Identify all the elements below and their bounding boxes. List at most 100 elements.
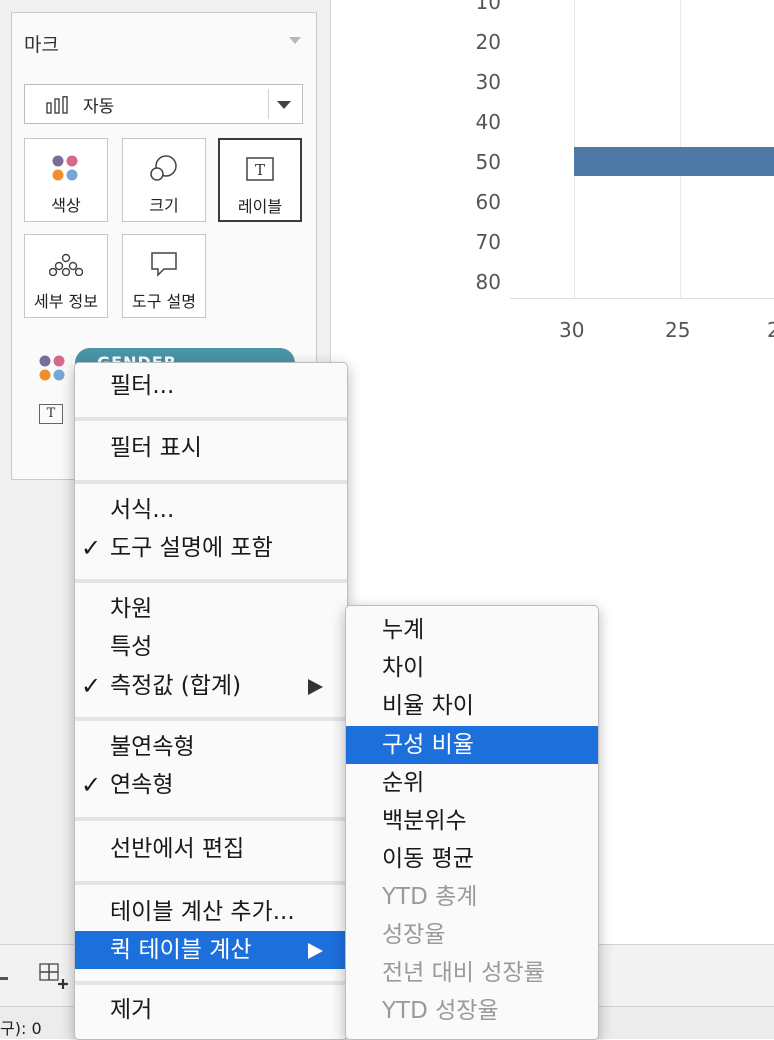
- submenu-item-percentile[interactable]: 백분위수: [346, 802, 598, 840]
- svg-text:T: T: [255, 161, 265, 179]
- menu-item-show-filter[interactable]: 필터 표시: [75, 429, 347, 467]
- submenu-item-moving-average[interactable]: 이동 평균: [346, 840, 598, 878]
- menu-item-dimension[interactable]: 차원: [75, 590, 347, 628]
- menu-separator: [75, 480, 347, 484]
- menu-item-label: 불연속형: [110, 734, 195, 760]
- checkmark-icon: ✓: [81, 534, 102, 562]
- submenu-item-label: 차이: [382, 655, 425, 681]
- label-shelf-icon: T: [39, 404, 63, 424]
- submenu-item-label: 백분위수: [382, 808, 467, 834]
- menu-separator: [75, 817, 347, 821]
- menu-item-label: 선반에서 편집: [110, 836, 245, 862]
- submenu-item-label: 누계: [382, 617, 425, 643]
- tooltip-button-label: 도구 설명: [132, 292, 196, 311]
- tooltip-bubble-icon: [151, 252, 177, 277]
- menu-separator: [75, 981, 347, 985]
- marks-title: 마크: [24, 34, 59, 56]
- submenu-item-rank[interactable]: 순위: [346, 764, 598, 802]
- submenu-item-label: 전년 대비 성장률: [382, 960, 545, 986]
- chevron-down-icon[interactable]: [277, 101, 291, 109]
- color-button[interactable]: 색상: [24, 138, 108, 222]
- menu-item-label: 퀵 테이블 계산: [110, 937, 252, 963]
- submenu-item-label: YTD 성장율: [382, 998, 499, 1024]
- submenu-item-ytd-growth: YTD 성장율: [346, 992, 598, 1030]
- y-tick-label: 10: [475, 0, 501, 14]
- menu-item-remove[interactable]: 제거: [75, 991, 347, 1029]
- menu-separator: [75, 881, 347, 885]
- menu-item-quick-table-calc[interactable]: 퀵 테이블 계산: [75, 931, 347, 969]
- mark-type-dropdown[interactable]: 자동: [24, 84, 303, 124]
- submenu-arrow-icon: [308, 943, 323, 959]
- size-button-label: 크기: [149, 196, 179, 215]
- submenu-item-label: YTD 총계: [382, 884, 478, 910]
- menu-separator: [75, 417, 347, 421]
- context-menu: 필터... 필터 표시 서식... ✓ 도구 설명에 포함 차원 특성 ✓ 측정값 …: [74, 362, 348, 1040]
- submenu-item-label: 비율 차이: [382, 693, 474, 719]
- menu-item-label: 서식...: [110, 497, 175, 523]
- x-axis-line: [510, 298, 774, 299]
- menu-item-discrete[interactable]: 불연속형: [75, 728, 347, 766]
- menu-item-measure[interactable]: ✓ 측정값 (합계): [75, 667, 347, 705]
- submenu-item-label: 구성 비율: [382, 732, 474, 758]
- menu-item-attribute[interactable]: 특성: [75, 628, 347, 666]
- size-circles-icon: [150, 155, 177, 181]
- scroll-left-icon[interactable]: [0, 977, 8, 980]
- y-tick-label: 70: [475, 230, 501, 254]
- menu-item-continuous[interactable]: ✓ 연속형: [75, 766, 347, 804]
- menu-item-format[interactable]: 서식...: [75, 491, 347, 529]
- submenu-item-ytd-total: YTD 총계: [346, 878, 598, 916]
- submenu-item-yoy-growth: 전년 대비 성장률: [346, 954, 598, 992]
- color-shelf-icon: [39, 355, 65, 381]
- new-sheet-icon[interactable]: [38, 962, 70, 992]
- size-button[interactable]: 크기: [122, 138, 206, 222]
- bar-50[interactable]: [574, 147, 774, 176]
- submenu-item-percent-difference[interactable]: 비율 차이: [346, 687, 598, 725]
- status-text: 구): 0: [0, 1019, 42, 1038]
- submenu-item-label: 순위: [382, 770, 425, 796]
- menu-item-include-tooltip[interactable]: ✓ 도구 설명에 포함: [75, 529, 347, 567]
- submenu-item-difference[interactable]: 차이: [346, 649, 598, 687]
- menu-item-edit-in-shelf[interactable]: 선반에서 편집: [75, 830, 347, 868]
- mark-type-label: 자동: [83, 97, 115, 117]
- submenu-item-label: 성장율: [382, 922, 446, 948]
- menu-separator: [75, 717, 347, 721]
- submenu-item-label: 이동 평균: [382, 846, 474, 872]
- submenu-arrow-icon: [308, 679, 323, 695]
- menu-item-label: 필터 표시: [110, 435, 202, 461]
- quick-table-calc-submenu: 누계 차이 비율 차이 구성 비율 순위 백분위수 이동 평균 YTD 총계 성…: [345, 605, 599, 1040]
- x-tick-label: 25: [665, 318, 691, 342]
- menu-item-label: 측정값 (합계): [110, 673, 242, 699]
- color-dots-icon: [52, 155, 78, 181]
- marks-menu-caret-icon[interactable]: [289, 37, 301, 44]
- y-tick-label: 80: [475, 270, 501, 294]
- x-tick-label: 2: [767, 318, 774, 342]
- checkmark-icon: ✓: [81, 672, 102, 700]
- menu-item-add-table-calc[interactable]: 테이블 계산 추가...: [75, 893, 347, 931]
- menu-item-label: 도구 설명에 포함: [110, 535, 273, 561]
- label-button-label: 레이블: [237, 197, 283, 216]
- y-tick-label: 40: [475, 110, 501, 134]
- dropdown-separator: [268, 89, 269, 119]
- submenu-item-growth-rate: 성장율: [346, 916, 598, 954]
- checkmark-icon: ✓: [81, 771, 102, 799]
- y-tick-label: 30: [475, 70, 501, 94]
- label-button[interactable]: T 레이블: [218, 138, 302, 222]
- tooltip-button[interactable]: 도구 설명: [122, 234, 206, 318]
- menu-item-label: 특성: [110, 634, 153, 660]
- detail-button[interactable]: 세부 정보: [24, 234, 108, 318]
- detail-button-label: 세부 정보: [34, 292, 98, 311]
- submenu-item-running-total[interactable]: 누계: [346, 611, 598, 649]
- x-tick-label: 30: [559, 318, 585, 342]
- menu-item-label: 제거: [110, 997, 153, 1023]
- menu-item-label: 차원: [110, 596, 153, 622]
- menu-item-label: 연속형: [110, 772, 174, 798]
- color-button-label: 색상: [51, 196, 81, 215]
- label-text-icon: T: [246, 157, 274, 181]
- bar-chart-icon: [46, 96, 68, 114]
- menu-item-filter[interactable]: 필터...: [75, 367, 347, 405]
- menu-item-label: 필터...: [110, 373, 175, 399]
- submenu-item-percent-of-total[interactable]: 구성 비율: [346, 726, 598, 764]
- menu-separator: [75, 579, 347, 583]
- menu-item-label: 테이블 계산 추가...: [110, 899, 295, 925]
- detail-dots-icon: [49, 253, 83, 276]
